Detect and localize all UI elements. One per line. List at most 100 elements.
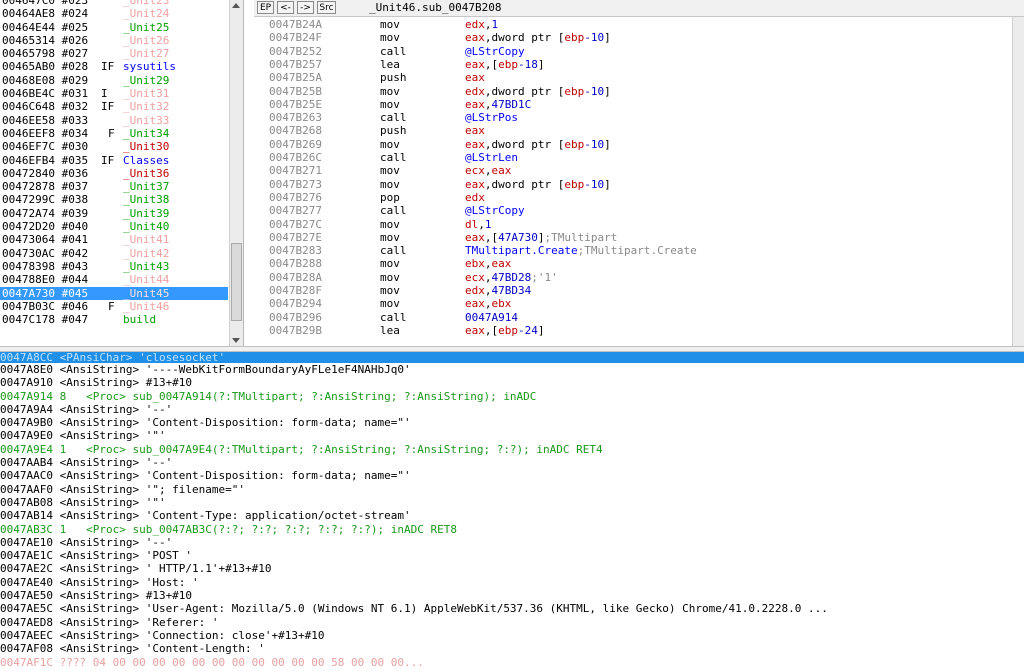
operand-token: -10 <box>584 137 605 151</box>
string-row[interactable]: 0047AE2C <AnsiString> ' HTTP/1.1'+#13+#1… <box>0 562 1024 575</box>
unit-list[interactable]: 004647C0 #023 _Unit23 00464AE8 #024 _Unit24… <box>0 0 228 326</box>
string-row[interactable]: 0047AB3C 1 <Proc> sub_0047AB3C(?:?; ?:?;… <box>0 523 1024 536</box>
unit-name: _Unit24 <box>123 7 170 21</box>
operand-token: ebp <box>498 323 518 337</box>
string-row[interactable]: 0047AAC0 <AnsiString> 'Content-Dispositi… <box>0 469 1024 482</box>
back-button[interactable]: <- <box>277 1 294 14</box>
code-mnemonic: mov <box>380 84 400 98</box>
unit-row[interactable]: 0046EEF8 #034 F _Unit34 <box>0 127 228 140</box>
code-address: 0047B27E <box>269 230 322 244</box>
unit-row[interactable]: 00464E44 #025 _Unit25 <box>0 21 228 34</box>
unit-address: 0046EF7C #030 <box>2 140 89 154</box>
unit-address: 00465314 #026 <box>2 33 89 47</box>
unit-row[interactable]: 00464AE8 #024 _Unit24 <box>0 7 228 20</box>
operand-token: 47BD34 <box>491 284 532 297</box>
unit-address: 00472840 #036 <box>2 166 89 180</box>
code-operands: 0047A914 <box>465 311 518 324</box>
unit-address: 0046EE58 #033 <box>2 113 89 127</box>
operand-token: eax <box>465 177 485 191</box>
unit-row[interactable]: 00465798 #027 _Unit27 <box>0 47 228 60</box>
unit-name: _Unit39 <box>123 206 170 220</box>
string-row[interactable]: 0047AF08 <AnsiString> 'Content-Length: ' <box>0 642 1024 655</box>
string-row[interactable]: 0047AE1C <AnsiString> 'POST ' <box>0 549 1024 562</box>
scroll-up-arrow-icon[interactable] <box>232 3 240 8</box>
string-row[interactable]: 0047A9E4 1 <Proc> sub_0047A9E4(?:TMultip… <box>0 443 1024 456</box>
strings-panel: 0047A8CC <PAnsiChar> 'closesocket' 0047A… <box>0 352 1024 670</box>
unit-row[interactable]: 0046C648 #032 IF _Unit32 <box>0 100 228 113</box>
forward-button[interactable]: -> <box>297 1 314 14</box>
unit-row[interactable]: 0046BE4C #031 I _Unit31 <box>0 87 228 100</box>
code-mnemonic: call <box>380 244 407 258</box>
string-row[interactable]: 0047AEEC <AnsiString> 'Connection: close… <box>0 629 1024 642</box>
string-row[interactable]: 0047AB14 <AnsiString> 'Content-Type: app… <box>0 509 1024 522</box>
code-address: 0047B269 <box>269 137 322 151</box>
string-row[interactable]: 0047AE10 <AnsiString> '--' <box>0 536 1024 549</box>
string-row[interactable]: 0047AED8 <AnsiString> 'Referer: ' <box>0 616 1024 629</box>
string-row[interactable]: 0047A914 8 <Proc> sub_0047A914(?:TMultip… <box>0 390 1024 403</box>
unit-flag: IF <box>101 100 115 114</box>
unit-row[interactable]: 00472878 #037 _Unit37 <box>0 180 228 193</box>
unit-row[interactable]: 00465AB0 #028 IF sysutils <box>0 60 228 73</box>
scroll-down-arrow-icon[interactable] <box>232 338 240 343</box>
unit-row[interactable]: 00478398 #043 _Unit43 <box>0 260 228 273</box>
code-address: 0047B25B <box>269 84 322 98</box>
code-operands: eax,dword ptr [ebp-10] <box>465 178 611 191</box>
code-address: 0047B252 <box>269 44 322 58</box>
code-address: 0047B27C <box>269 217 322 231</box>
units-scrollbar[interactable] <box>229 0 243 346</box>
operand-token: dl <box>465 217 479 231</box>
string-row[interactable]: 0047AE50 <AnsiString> #13+#10 <box>0 589 1024 602</box>
unit-row[interactable]: 00473064 #041 _Unit41 <box>0 233 228 246</box>
string-row[interactable]: 0047A910 <AnsiString> #13+#10 <box>0 376 1024 389</box>
string-row[interactable]: 0047AE5C <AnsiString> 'User-Agent: Mozil… <box>0 602 1024 615</box>
unit-address: 00468E08 #029 <box>2 73 89 87</box>
string-row[interactable]: 0047AB08 <AnsiString> '"' <box>0 496 1024 509</box>
unit-row[interactable]: 00472D20 #040 _Unit40 <box>0 220 228 233</box>
string-row[interactable]: 0047AE40 <AnsiString> 'Host: ' <box>0 576 1024 589</box>
string-row[interactable]: 0047AAB4 <AnsiString> '--' <box>0 456 1024 469</box>
ep-button[interactable]: EP <box>257 1 274 14</box>
unit-row[interactable]: 0046EFB4 #035 IF Classes <box>0 154 228 167</box>
disassembly-view[interactable]: 0047B24A mov edx,1 0047B24F mov eax,dword ptr… <box>254 17 1012 346</box>
code-mnemonic: call <box>380 310 407 324</box>
unit-flag: F <box>108 126 115 140</box>
unit-address: 00478398 #043 <box>2 259 89 273</box>
unit-name: _Unit27 <box>123 47 170 61</box>
code-operands: @LStrCopy <box>465 45 525 58</box>
unit-row[interactable]: 004730AC #042 _Unit42 <box>0 247 228 260</box>
string-row[interactable]: 0047A9A4 <AnsiString> '--' <box>0 403 1024 416</box>
unit-row[interactable]: 00472A74 #039 _Unit39 <box>0 207 228 220</box>
unit-address: 0047C178 #047 <box>2 313 89 327</box>
code-address: 0047B276 <box>269 190 322 204</box>
unit-row[interactable]: 004647C0 #023 _Unit23 <box>0 0 228 7</box>
units-scroll-thumb[interactable] <box>231 243 242 321</box>
operand-token: , <box>484 284 492 297</box>
operand-token: eax <box>465 323 485 337</box>
unit-row[interactable]: 0046EF7C #030 _Unit30 <box>0 140 228 153</box>
code-mnemonic: mov <box>380 217 400 231</box>
string-row[interactable]: 0047A9B0 <AnsiString> 'Content-Dispositi… <box>0 416 1024 429</box>
unit-name: _Unit32 <box>123 100 170 114</box>
operand-token: 47BD28 <box>491 270 532 284</box>
string-row[interactable]: 0047A8E0 <AnsiString> '----WebKitFormBou… <box>0 363 1024 376</box>
unit-row[interactable]: 00465314 #026 _Unit26 <box>0 34 228 47</box>
unit-row[interactable]: 0047299C #038 _Unit38 <box>0 193 228 206</box>
operand-token: ;TMultipart <box>544 230 618 244</box>
unit-row[interactable]: 00468E08 #029 _Unit29 <box>0 74 228 87</box>
string-row[interactable]: 0047A9E0 <AnsiString> '"' <box>0 429 1024 442</box>
unit-row[interactable]: 0047B03C #046 F _Unit46 <box>0 300 228 313</box>
strings-selected-row[interactable]: 0047A8CC <PAnsiChar> 'closesocket' <box>0 352 1024 363</box>
string-row[interactable]: 0047AF1C ???? 04 00 00 00 00 00 00 00 00… <box>0 656 1024 669</box>
code-scrollbar[interactable] <box>1012 17 1024 346</box>
unit-row[interactable]: 0047C178 #047 build <box>0 313 228 326</box>
string-list[interactable]: 0047A8E0 <AnsiString> '----WebKitFormBou… <box>0 363 1024 669</box>
unit-row[interactable]: 0047A730 #045 _Unit45 <box>0 286 228 300</box>
src-button[interactable]: Src <box>317 1 336 14</box>
string-row[interactable]: 0047AAF0 <AnsiString> '"; filename="' <box>0 483 1024 496</box>
operand-token: ebp <box>564 31 585 45</box>
unit-row[interactable]: 00472840 #036 _Unit36 <box>0 167 228 180</box>
unit-row[interactable]: 004788E0 #044 _Unit44 <box>0 273 228 286</box>
operand-token: ebp <box>498 57 518 71</box>
unit-row[interactable]: 0046EE58 #033 _Unit33 <box>0 114 228 127</box>
operand-token: edx <box>465 284 485 297</box>
